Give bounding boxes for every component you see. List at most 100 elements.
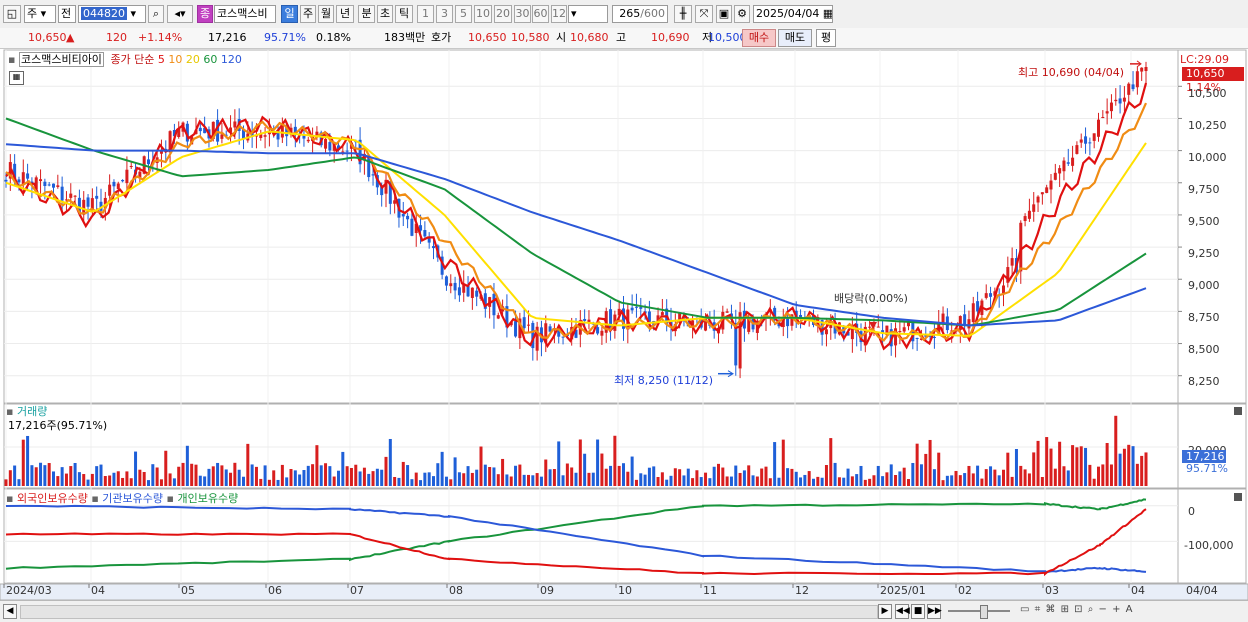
minute-step-2[interactable]: 5 <box>455 5 472 23</box>
volume-bar <box>237 469 241 486</box>
volume-bar <box>626 471 630 486</box>
candle-body <box>1114 99 1118 102</box>
volume-bar <box>669 475 673 486</box>
compare-select[interactable]: 전 <box>58 5 76 23</box>
volume-bar <box>77 472 81 486</box>
volume-bar <box>60 467 64 486</box>
scroll-left-icon[interactable]: ◀ <box>3 604 17 619</box>
tool-icons[interactable]: ▭ ⌗ ⌘ ⊞ ⊡ ⌕ − + A <box>1020 604 1133 615</box>
volume-bar <box>790 468 794 486</box>
x-axis-label-3: 06 <box>268 584 282 597</box>
x-axis-label-2: 05 <box>181 584 195 597</box>
minute-step-6[interactable]: 60 <box>532 5 549 23</box>
period-tab-6[interactable]: 틱 <box>395 5 413 23</box>
volume-pane-close-icon[interactable] <box>1234 407 1242 415</box>
volume-bar <box>911 462 915 486</box>
zoom-slider[interactable] <box>948 610 1010 612</box>
volume-bar <box>794 471 798 486</box>
period-tab-1[interactable]: 주 <box>300 5 316 23</box>
sell-button[interactable]: 매도 <box>778 29 812 47</box>
speaker-icon[interactable]: ◂▾ <box>167 5 193 23</box>
volume-bar <box>539 476 543 486</box>
minute-step-1[interactable]: 3 <box>436 5 453 23</box>
volume-bar <box>73 462 77 486</box>
volume-bar <box>846 468 850 486</box>
period-tab-4[interactable]: 분 <box>358 5 375 23</box>
scroll-start-icon[interactable]: ◀◀ <box>895 604 910 619</box>
bar-count-field[interactable]: 265/600 <box>612 5 668 23</box>
volume-bar <box>1114 415 1118 486</box>
candle-body <box>449 283 453 287</box>
period-select[interactable]: 주 ▾ <box>24 5 56 23</box>
candle-body <box>401 213 405 217</box>
stock-name-field[interactable]: 코스맥스비 <box>214 5 276 23</box>
scroll-right-icon[interactable]: ▶ <box>878 604 892 619</box>
candle-body <box>95 195 99 199</box>
candle-body <box>1002 285 1005 294</box>
stop-icon[interactable]: ■ <box>911 604 925 619</box>
stock-code-input[interactable]: 044820 ▾ <box>78 5 146 23</box>
save-icon[interactable]: ▣ <box>716 5 732 23</box>
price-y-tick-5: 9,250 <box>1188 247 1220 260</box>
turnover-rate: 0.18% <box>316 31 351 44</box>
date-field[interactable]: 2025/04/04 ▦ <box>753 5 833 23</box>
period-tab-5[interactable]: 초 <box>377 5 393 23</box>
gear-icon[interactable]: ⚙ <box>734 5 750 23</box>
volume-bar <box>311 464 315 486</box>
candle-body <box>1079 139 1083 143</box>
volume-bar <box>928 439 932 486</box>
period-tab-3[interactable]: 년 <box>336 5 354 23</box>
minute-step-5[interactable]: 30 <box>514 5 531 23</box>
holding-axis-area <box>1177 488 1247 584</box>
minute-step-3[interactable]: 10 <box>474 5 492 23</box>
crosshair-icon[interactable]: ⤧ <box>695 5 713 23</box>
volume-bar <box>803 474 807 486</box>
volume-bar <box>729 476 733 486</box>
volume-bar <box>1122 448 1126 486</box>
volume-bar <box>876 465 880 486</box>
price-y-tick-8: 8,500 <box>1188 343 1220 356</box>
volume-pane-title-box: ▪ 거래량 <box>6 405 47 418</box>
horizontal-scrollbar[interactable] <box>20 605 878 619</box>
zoom-slider-handle[interactable] <box>980 605 988 619</box>
volume-bar <box>254 466 258 486</box>
candle-body <box>522 317 526 329</box>
minute-input[interactable]: ▾ <box>568 5 608 23</box>
up-arrow-icon: ▲ <box>66 31 75 44</box>
price-chart[interactable] <box>0 49 1248 600</box>
candle-body <box>60 186 64 201</box>
price-y-tick-9: 8,250 <box>1188 375 1220 388</box>
minute-step-0[interactable]: 1 <box>417 5 434 23</box>
period-tab-2[interactable]: 월 <box>318 5 334 23</box>
search-icon[interactable]: ⌕ <box>148 5 164 23</box>
volume-bar <box>108 475 112 486</box>
volume-bar <box>298 474 302 486</box>
last-price-tag: 10,650 <box>1182 67 1244 81</box>
candle-body <box>1019 222 1023 272</box>
volume-bar <box>984 469 988 486</box>
period-tab-0[interactable]: 일 <box>281 5 298 23</box>
volume-bar <box>457 472 461 486</box>
minute-step-4[interactable]: 20 <box>494 5 512 23</box>
minute-step-7[interactable]: 120 <box>551 5 567 23</box>
eval-button[interactable]: 평 <box>816 29 836 47</box>
volume-bar <box>1066 470 1070 486</box>
candle-body <box>1105 111 1109 114</box>
candle-body <box>1062 160 1066 172</box>
volume-bar <box>708 478 712 486</box>
volume-bar <box>479 446 483 486</box>
candle-body <box>915 337 919 339</box>
holding-pane-close-icon[interactable] <box>1234 493 1242 501</box>
calculator-icon[interactable]: ▦ <box>9 71 24 85</box>
candle-type-icon[interactable]: ╫ <box>674 5 692 23</box>
chart-layout-icon[interactable]: ◱ <box>3 5 21 23</box>
scroll-end-icon[interactable]: ▶▶ <box>927 604 942 619</box>
candle-body <box>1032 204 1036 212</box>
volume-bar <box>410 479 414 486</box>
volume-bar <box>147 480 150 486</box>
buy-button[interactable]: 매수 <box>742 29 776 47</box>
candle-body <box>43 181 47 187</box>
dividend-annotation: 배당락(0.00%) <box>834 292 908 305</box>
volume-bar <box>34 467 38 486</box>
volume-bar <box>1084 447 1088 486</box>
